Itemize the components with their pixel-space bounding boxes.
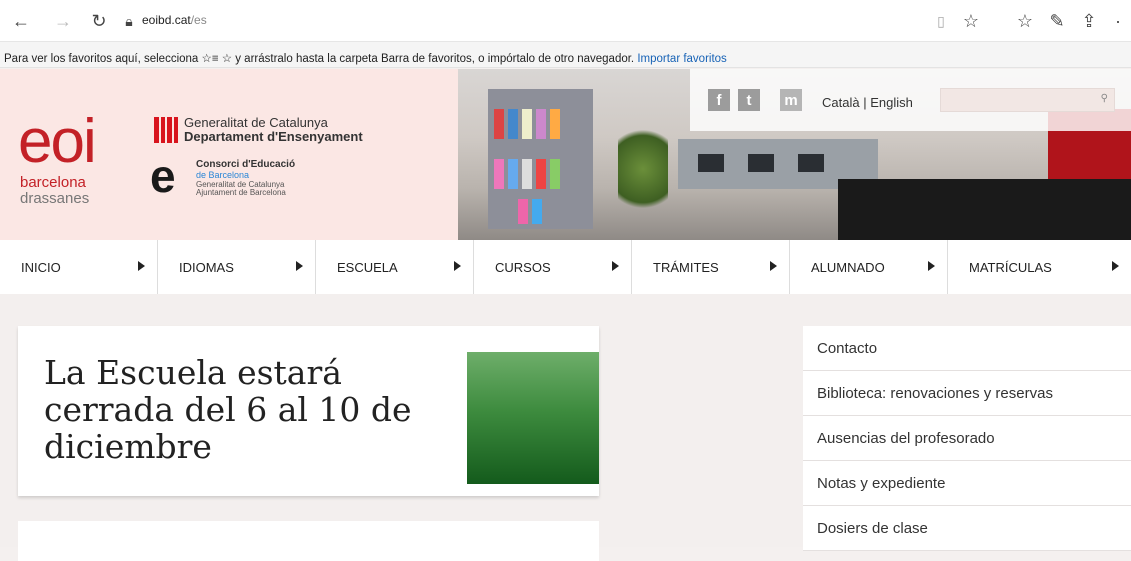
more-icon[interactable]: · [1108, 8, 1128, 34]
sidebar-item-ausencias[interactable]: Ausencias del profesorado [803, 416, 1131, 461]
nav-label: IDIOMAS [179, 259, 234, 275]
search-icon[interactable]: ⚲ [1101, 93, 1108, 104]
caret-right-icon[interactable] [770, 261, 777, 271]
refresh-icon[interactable]: ↻ [86, 8, 112, 34]
browser-toolbar: ← → ↻ 🔒︎ eoibd.cat/es ▯ ☆ ☆ ✎ ⇪ · [0, 0, 1131, 42]
header-utility-bar: f t m Català | English ⚲ [690, 69, 1131, 131]
nav-label: MATRÍCULAS [969, 259, 1052, 275]
nav-item-idiomas[interactable]: IDIOMAS [158, 240, 316, 294]
import-favorites-link[interactable]: Importar favoritos [637, 53, 726, 65]
caret-right-icon[interactable] [296, 261, 303, 271]
eoi-logo-text: eoi [18, 107, 97, 176]
nav-item-cursos[interactable]: CURSOS [474, 240, 632, 294]
consorci-city: de Barcelona [196, 170, 250, 180]
caret-right-icon[interactable] [1112, 261, 1119, 271]
main-nav: INICIO IDIOMAS ESCUELA CURSOS TRÁMITES A… [0, 240, 1131, 294]
gencat-flag-icon [154, 117, 178, 143]
facebook-icon[interactable]: f [708, 89, 730, 111]
sidebar-links: Contacto Biblioteca: renovaciones y rese… [803, 326, 1131, 551]
nav-item-matriculas[interactable]: MATRÍCULAS [948, 240, 1131, 294]
nav-label: TRÁMITES [653, 259, 719, 275]
share-icon[interactable]: ⇪ [1076, 8, 1102, 34]
moodle-icon[interactable]: m [780, 89, 802, 111]
news-title[interactable]: La Escuela estará cerrada del 6 al 10 de… [44, 354, 424, 465]
nav-item-escuela[interactable]: ESCUELA [316, 240, 474, 294]
search-input[interactable]: ⚲ [940, 88, 1115, 112]
nav-item-alumnado[interactable]: ALUMNADO [790, 240, 948, 294]
web-page: eoi barcelona drassanes Generalitat de C… [0, 69, 1131, 561]
sidebar-item-biblioteca[interactable]: Biblioteca: renovaciones y reservas [803, 371, 1131, 416]
nav-label: ESCUELA [337, 259, 398, 275]
sidebar-item-contacto[interactable]: Contacto [803, 326, 1131, 371]
pen-icon[interactable]: ✎ [1044, 8, 1070, 34]
caret-right-icon[interactable] [138, 261, 145, 271]
eoi-logo-drassanes: drassanes [20, 190, 90, 207]
nav-label: ALUMNADO [811, 259, 885, 275]
caret-right-icon[interactable] [612, 261, 619, 271]
sidebar-item-notas[interactable]: Notas y expediente [803, 461, 1131, 506]
lang-catala-link[interactable]: Català [822, 95, 860, 110]
caret-right-icon[interactable] [928, 261, 935, 271]
reading-view-icon[interactable]: ▯ [928, 8, 954, 34]
favorites-hub-icon[interactable]: ☆ [1012, 8, 1038, 34]
consorci-e-icon: e [150, 150, 176, 202]
nav-label: CURSOS [495, 259, 551, 275]
forward-arrow-icon[interactable]: → [50, 8, 76, 34]
language-switcher: Català | English [822, 95, 913, 110]
lang-english-link[interactable]: English [870, 95, 913, 110]
favorites-bar-text: Para ver los favoritos aquí, selecciona … [4, 53, 635, 65]
consorci-name: Consorci d'Educació [196, 159, 296, 170]
nav-label: INICIO [21, 259, 61, 275]
star-icon[interactable]: ☆ [958, 8, 984, 34]
news-card[interactable]: La Escuela estará cerrada del 6 al 10 de… [18, 326, 599, 496]
nav-item-tramites[interactable]: TRÁMITES [632, 240, 790, 294]
news-card-2[interactable] [18, 521, 599, 561]
address-bar[interactable]: eoibd.cat/es [142, 13, 207, 27]
lang-separator: | [859, 95, 871, 110]
lock-icon: 🔒︎ [125, 12, 133, 29]
consorci-ajuntament: Ajuntament de Barcelona [196, 188, 286, 197]
news-image[interactable] [467, 352, 599, 484]
eoi-logo[interactable]: eoi barcelona drassanes [18, 111, 138, 211]
url-domain: eoibd.cat [142, 13, 191, 27]
gencat-name: Generalitat de Catalunya [184, 115, 328, 130]
eoi-logo-barcelona: barcelona [20, 174, 86, 191]
gencat-department: Departament d'Ensenyament [184, 129, 363, 144]
back-arrow-icon[interactable]: ← [8, 8, 34, 34]
site-header: eoi barcelona drassanes Generalitat de C… [0, 69, 1131, 240]
sidebar-item-dosiers[interactable]: Dosiers de clase [803, 506, 1131, 551]
twitter-icon[interactable]: t [738, 89, 760, 111]
caret-right-icon[interactable] [454, 261, 461, 271]
nav-item-inicio[interactable]: INICIO [0, 240, 158, 294]
url-path: /es [190, 13, 207, 27]
favorites-bar: Para ver los favoritos aquí, selecciona … [0, 42, 1131, 68]
